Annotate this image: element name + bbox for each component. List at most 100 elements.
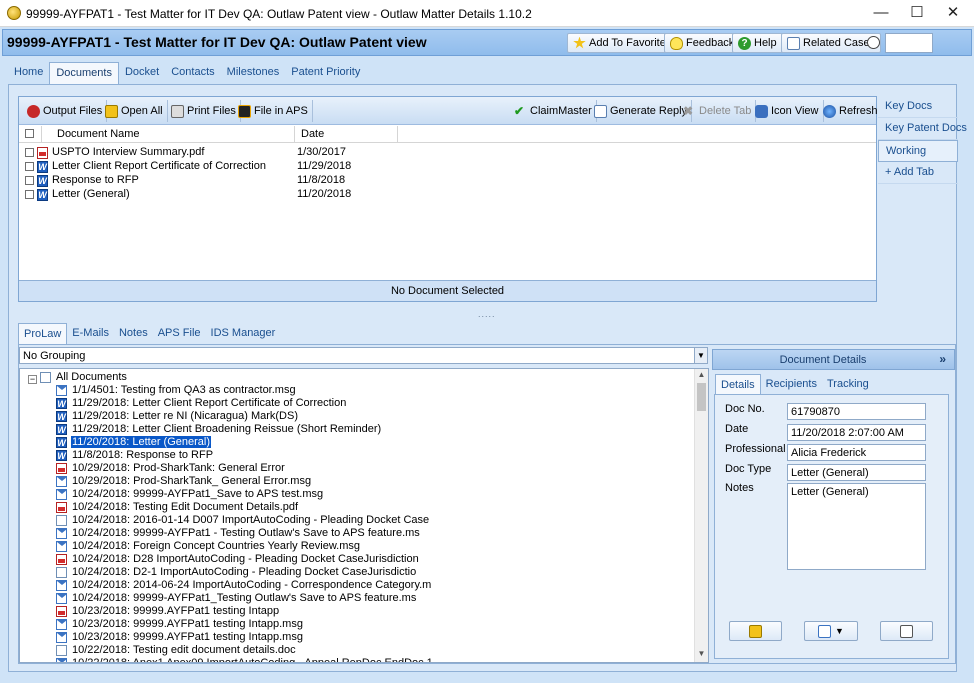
- add-tab-button[interactable]: + Add Tab: [878, 162, 958, 184]
- claimmaster-button[interactable]: ✔ ClaimMaster: [510, 100, 597, 122]
- tree-item-label: 10/24/2018: 99999-AYFPat1_Testing Outlaw…: [72, 592, 417, 604]
- tree-item-label: 10/22/2018: Testing edit document detail…: [72, 644, 296, 656]
- scroll-down-arrow[interactable]: ▼: [695, 649, 708, 661]
- side-tab-working[interactable]: Working: [878, 140, 958, 162]
- doc-icon: [56, 567, 67, 578]
- document-row[interactable]: W Letter (General) 11/20/2018: [19, 188, 876, 202]
- tree-item-label: 10/22/2018: Anex1 Anex09 ImportAutoCodin…: [72, 657, 433, 663]
- select-all-checkbox[interactable]: [25, 129, 34, 138]
- grouping-select[interactable]: No Grouping ▼: [19, 347, 708, 364]
- tree-item-label: 10/24/2018: Testing Edit Document Detail…: [72, 501, 299, 513]
- maximize-button[interactable]: ☐: [899, 0, 935, 27]
- refresh-button[interactable]: Refresh: [819, 100, 882, 122]
- envelope-icon: [818, 624, 832, 638]
- tree-item-label: 10/24/2018: 99999-AYFPat1 - Testing Outl…: [72, 527, 420, 539]
- notes-field[interactable]: Letter (General): [787, 483, 926, 570]
- help-button[interactable]: ? Help: [732, 33, 783, 53]
- chevron-down-icon[interactable]: ▼: [694, 348, 707, 363]
- minimize-button[interactable]: —: [863, 0, 899, 27]
- column-divider: [397, 126, 398, 143]
- open-document-icon: [749, 624, 762, 638]
- add-favorites-button[interactable]: Add To Favorites: [567, 33, 678, 53]
- row-checkbox[interactable]: [25, 148, 34, 157]
- refresh-label: Refresh: [839, 105, 878, 117]
- splitter-handle[interactable]: .....: [478, 309, 496, 319]
- msg-icon: [56, 528, 67, 539]
- side-tabs: Key Docs Key Patent Docs Working + Add T…: [878, 96, 967, 184]
- folder-icon: [105, 104, 118, 118]
- tree-item-label: 10/24/2018: 2016-01-14 D007 ImportAutoCo…: [72, 514, 430, 526]
- file-in-aps-button[interactable]: File in APS: [234, 100, 313, 122]
- tab-docket[interactable]: Docket: [119, 62, 165, 84]
- generate-reply-label: Generate Reply: [610, 105, 688, 117]
- notes-label: Notes: [725, 482, 754, 494]
- msg-icon: [56, 619, 67, 630]
- generate-reply-button[interactable]: Generate Reply: [590, 100, 693, 122]
- icon-view-button[interactable]: Icon View: [751, 100, 824, 122]
- scroll-up-arrow[interactable]: ▲: [695, 370, 708, 382]
- documents-panel: Output Files Open All Print Files File i…: [18, 96, 878, 302]
- matter-title: 99999-AYFPAT1 - Test Matter for IT Dev Q…: [7, 34, 427, 50]
- document-icon: [594, 104, 607, 118]
- tab-prolaw[interactable]: ProLaw: [18, 323, 68, 344]
- icon-view-label: Icon View: [771, 105, 819, 117]
- collapse-toggle[interactable]: −: [28, 375, 37, 384]
- delete-tab-button[interactable]: ✖ Delete Tab: [679, 100, 757, 122]
- document-row[interactable]: W Letter Client Report Certificate of Co…: [19, 160, 876, 174]
- output-files-label: Output Files: [43, 105, 103, 117]
- tab-documents[interactable]: Documents: [49, 62, 119, 84]
- side-tab-key-docs[interactable]: Key Docs: [878, 96, 958, 118]
- add-favorites-label: Add To Favorites: [589, 37, 672, 49]
- expand-details-button[interactable]: »: [939, 352, 946, 366]
- professional-field[interactable]: Alicia Frederick: [787, 444, 926, 461]
- tab-contacts[interactable]: Contacts: [165, 62, 220, 84]
- tab-milestones[interactable]: Milestones: [221, 62, 286, 84]
- tab-aps-file[interactable]: APS File: [153, 323, 206, 344]
- tree-root-label: All Documents: [56, 371, 127, 383]
- document-row[interactable]: W Response to RFP 11/8/2018: [19, 174, 876, 188]
- tab-patent-priority[interactable]: Patent Priority: [285, 62, 366, 84]
- output-files-button[interactable]: Output Files: [23, 100, 108, 122]
- delete-icon: ✖: [683, 103, 694, 118]
- row-checkbox[interactable]: [25, 162, 34, 171]
- side-tab-key-patent-docs[interactable]: Key Patent Docs: [878, 118, 967, 140]
- document-name: Letter Client Report Certificate of Corr…: [52, 160, 266, 172]
- document-details-title: Document Details: [779, 354, 867, 366]
- open-document-button[interactable]: [729, 621, 782, 641]
- header-search-input[interactable]: [885, 33, 933, 53]
- row-checkbox[interactable]: [25, 176, 34, 185]
- close-button[interactable]: ✕: [935, 0, 971, 27]
- open-all-button[interactable]: Open All: [101, 100, 168, 122]
- column-date[interactable]: Date: [301, 128, 324, 140]
- feedback-button[interactable]: Feedback: [664, 33, 741, 53]
- email-document-button[interactable]: ▼: [804, 621, 858, 641]
- app-icon: [7, 6, 21, 20]
- tab-tracking[interactable]: Tracking: [822, 374, 874, 394]
- scroll-thumb[interactable]: [697, 383, 706, 411]
- tab-notes[interactable]: Notes: [114, 323, 153, 344]
- doc-type-field[interactable]: Letter (General): [787, 464, 926, 481]
- tab-details[interactable]: Details: [715, 374, 761, 394]
- print-files-button[interactable]: Print Files: [167, 100, 241, 122]
- row-checkbox[interactable]: [25, 190, 34, 199]
- column-document-name[interactable]: Document Name: [57, 128, 140, 140]
- document-date: 11/8/2018: [297, 174, 346, 186]
- doc-no-field[interactable]: 61790870: [787, 403, 926, 420]
- tab-recipients[interactable]: Recipients: [761, 374, 822, 394]
- tree-item-label: 10/23/2018: 99999.AYFPat1 testing Intapp…: [72, 618, 303, 630]
- document-row[interactable]: USPTO Interview Summary.pdf 1/30/2017: [19, 146, 876, 160]
- tab-home[interactable]: Home: [8, 62, 49, 84]
- date-field[interactable]: 11/20/2018 2:07:00 AM: [787, 424, 926, 441]
- msg-icon: [56, 489, 67, 500]
- tab-emails[interactable]: E-Mails: [67, 323, 114, 344]
- pdf-icon: [56, 554, 67, 565]
- edit-document-button[interactable]: [880, 621, 933, 641]
- doc-icon: [56, 515, 67, 526]
- tab-ids-manager[interactable]: IDS Manager: [206, 323, 281, 344]
- grouping-value: No Grouping: [23, 350, 86, 362]
- chevron-down-icon[interactable]: ▼: [835, 626, 844, 636]
- column-divider: [41, 126, 42, 143]
- output-files-icon: [27, 104, 40, 118]
- tree-scrollbar[interactable]: ▲ ▼: [694, 369, 708, 662]
- tree-item-label: 1/1/4501: Testing from QA3 as contractor…: [72, 384, 296, 396]
